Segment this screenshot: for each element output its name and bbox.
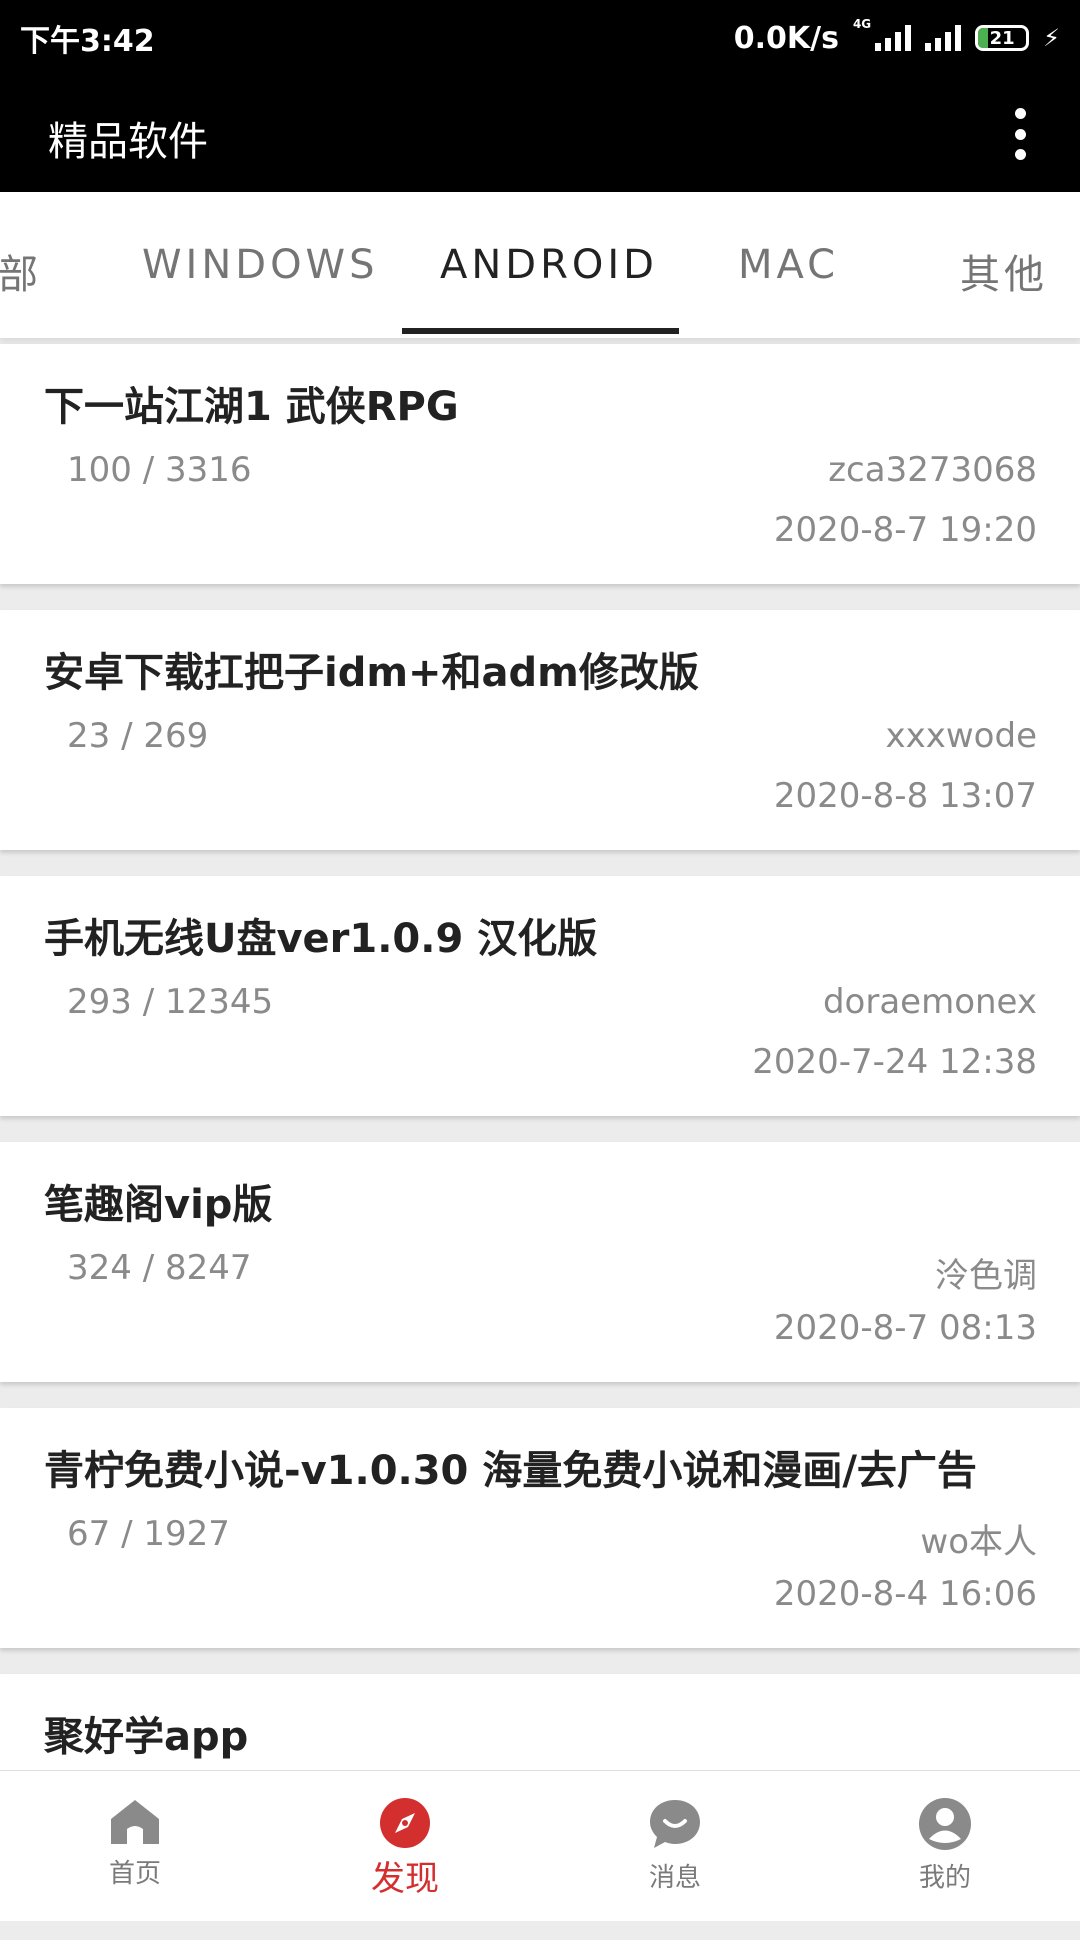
tab-all[interactable]: 部 (0, 242, 42, 300)
post-stats: 293 / 12345 (67, 982, 274, 1022)
post-title: 手机无线U盘ver1.0.9 汉化版 (44, 916, 598, 962)
tab-other[interactable]: 其他 (960, 242, 1048, 300)
person-icon (919, 1798, 971, 1850)
post-author: xxxwode (885, 716, 1037, 756)
post-date: 2020-8-7 08:13 (773, 1308, 1037, 1348)
page-title: 精品软件 (48, 119, 208, 165)
nav-home[interactable]: 首页 (0, 1771, 270, 1921)
list-item[interactable]: 下一站江湖1 武侠RPG 100 / 3316 zca3273068 2020-… (0, 344, 1080, 584)
charging-icon: ⚡ (1043, 24, 1060, 52)
nav-label: 消息 (648, 1863, 701, 1893)
battery-icon: 21 (975, 25, 1030, 51)
post-title: 安卓下载扛把子idm+和adm修改版 (44, 650, 699, 696)
battery-level: 21 (989, 27, 1015, 49)
chat-bubble-icon (650, 1800, 700, 1848)
bottom-nav: 首页 发现 消息 我的 (0, 1770, 1080, 1921)
tab-windows[interactable]: WINDOWS (142, 242, 379, 288)
post-author: zca3273068 (828, 450, 1037, 490)
post-stats: 324 / 8247 (67, 1248, 252, 1288)
app-bar: 精品软件 (0, 76, 1080, 192)
tab-android[interactable]: ANDROID (440, 242, 658, 288)
nav-label: 发现 (371, 1859, 439, 1899)
post-title: 聚好学app (44, 1714, 249, 1760)
list-item[interactable]: 笔趣阁vip版 324 / 8247 泠色调 2020-8-7 08:13 (0, 1142, 1080, 1382)
signal-icon (925, 25, 962, 51)
nav-label: 首页 (108, 1859, 161, 1889)
nav-discover[interactable]: 发现 (270, 1771, 540, 1921)
post-author: doraemonex (822, 982, 1037, 1022)
list-item[interactable]: 青柠免费小说-v1.0.30 海量免费小说和漫画/去广告 67 / 1927 w… (0, 1408, 1080, 1648)
post-stats: 67 / 1927 (67, 1514, 230, 1554)
post-stats: 100 / 3316 (67, 450, 252, 490)
status-indicators: 0.0K/s 4G 21 ⚡ (733, 17, 1060, 56)
network-type: 4G (852, 17, 872, 31)
post-date: 2020-8-4 16:06 (773, 1574, 1037, 1614)
post-author: 泠色调 (935, 1256, 1037, 1296)
post-date: 2020-8-8 13:07 (773, 776, 1037, 816)
post-stats: 23 / 269 (67, 716, 209, 756)
compass-icon (380, 1798, 430, 1848)
signal-icon (875, 25, 912, 51)
status-bar: 下午3:42 0.0K/s 4G 21 ⚡ (0, 0, 1080, 76)
list-item[interactable]: 手机无线U盘ver1.0.9 汉化版 293 / 12345 doraemone… (0, 876, 1080, 1116)
nav-label: 我的 (918, 1863, 971, 1893)
category-tabs: 部 WINDOWS ANDROID MAC 其他 (0, 192, 1080, 338)
post-date: 2020-8-7 19:20 (773, 510, 1037, 550)
nav-profile[interactable]: 我的 (810, 1771, 1080, 1921)
list-item[interactable]: 安卓下载扛把子idm+和adm修改版 23 / 269 xxxwode 2020… (0, 610, 1080, 850)
post-title: 下一站江湖1 武侠RPG (44, 384, 459, 430)
post-list: 下一站江湖1 武侠RPG 100 / 3316 zca3273068 2020-… (0, 344, 1080, 1940)
post-title: 青柠免费小说-v1.0.30 海量免费小说和漫画/去广告 (44, 1448, 977, 1494)
more-vert-icon[interactable] (1000, 104, 1040, 164)
home-icon (111, 1800, 159, 1844)
post-date: 2020-7-24 12:38 (752, 1042, 1037, 1082)
tab-indicator (402, 328, 679, 334)
status-time: 下午3:42 (20, 24, 155, 59)
post-author: wo本人 (920, 1522, 1037, 1562)
nav-messages[interactable]: 消息 (540, 1771, 810, 1921)
post-title: 笔趣阁vip版 (44, 1182, 273, 1228)
net-speed: 0.0K/s (733, 20, 839, 56)
tab-mac[interactable]: MAC (738, 242, 839, 288)
